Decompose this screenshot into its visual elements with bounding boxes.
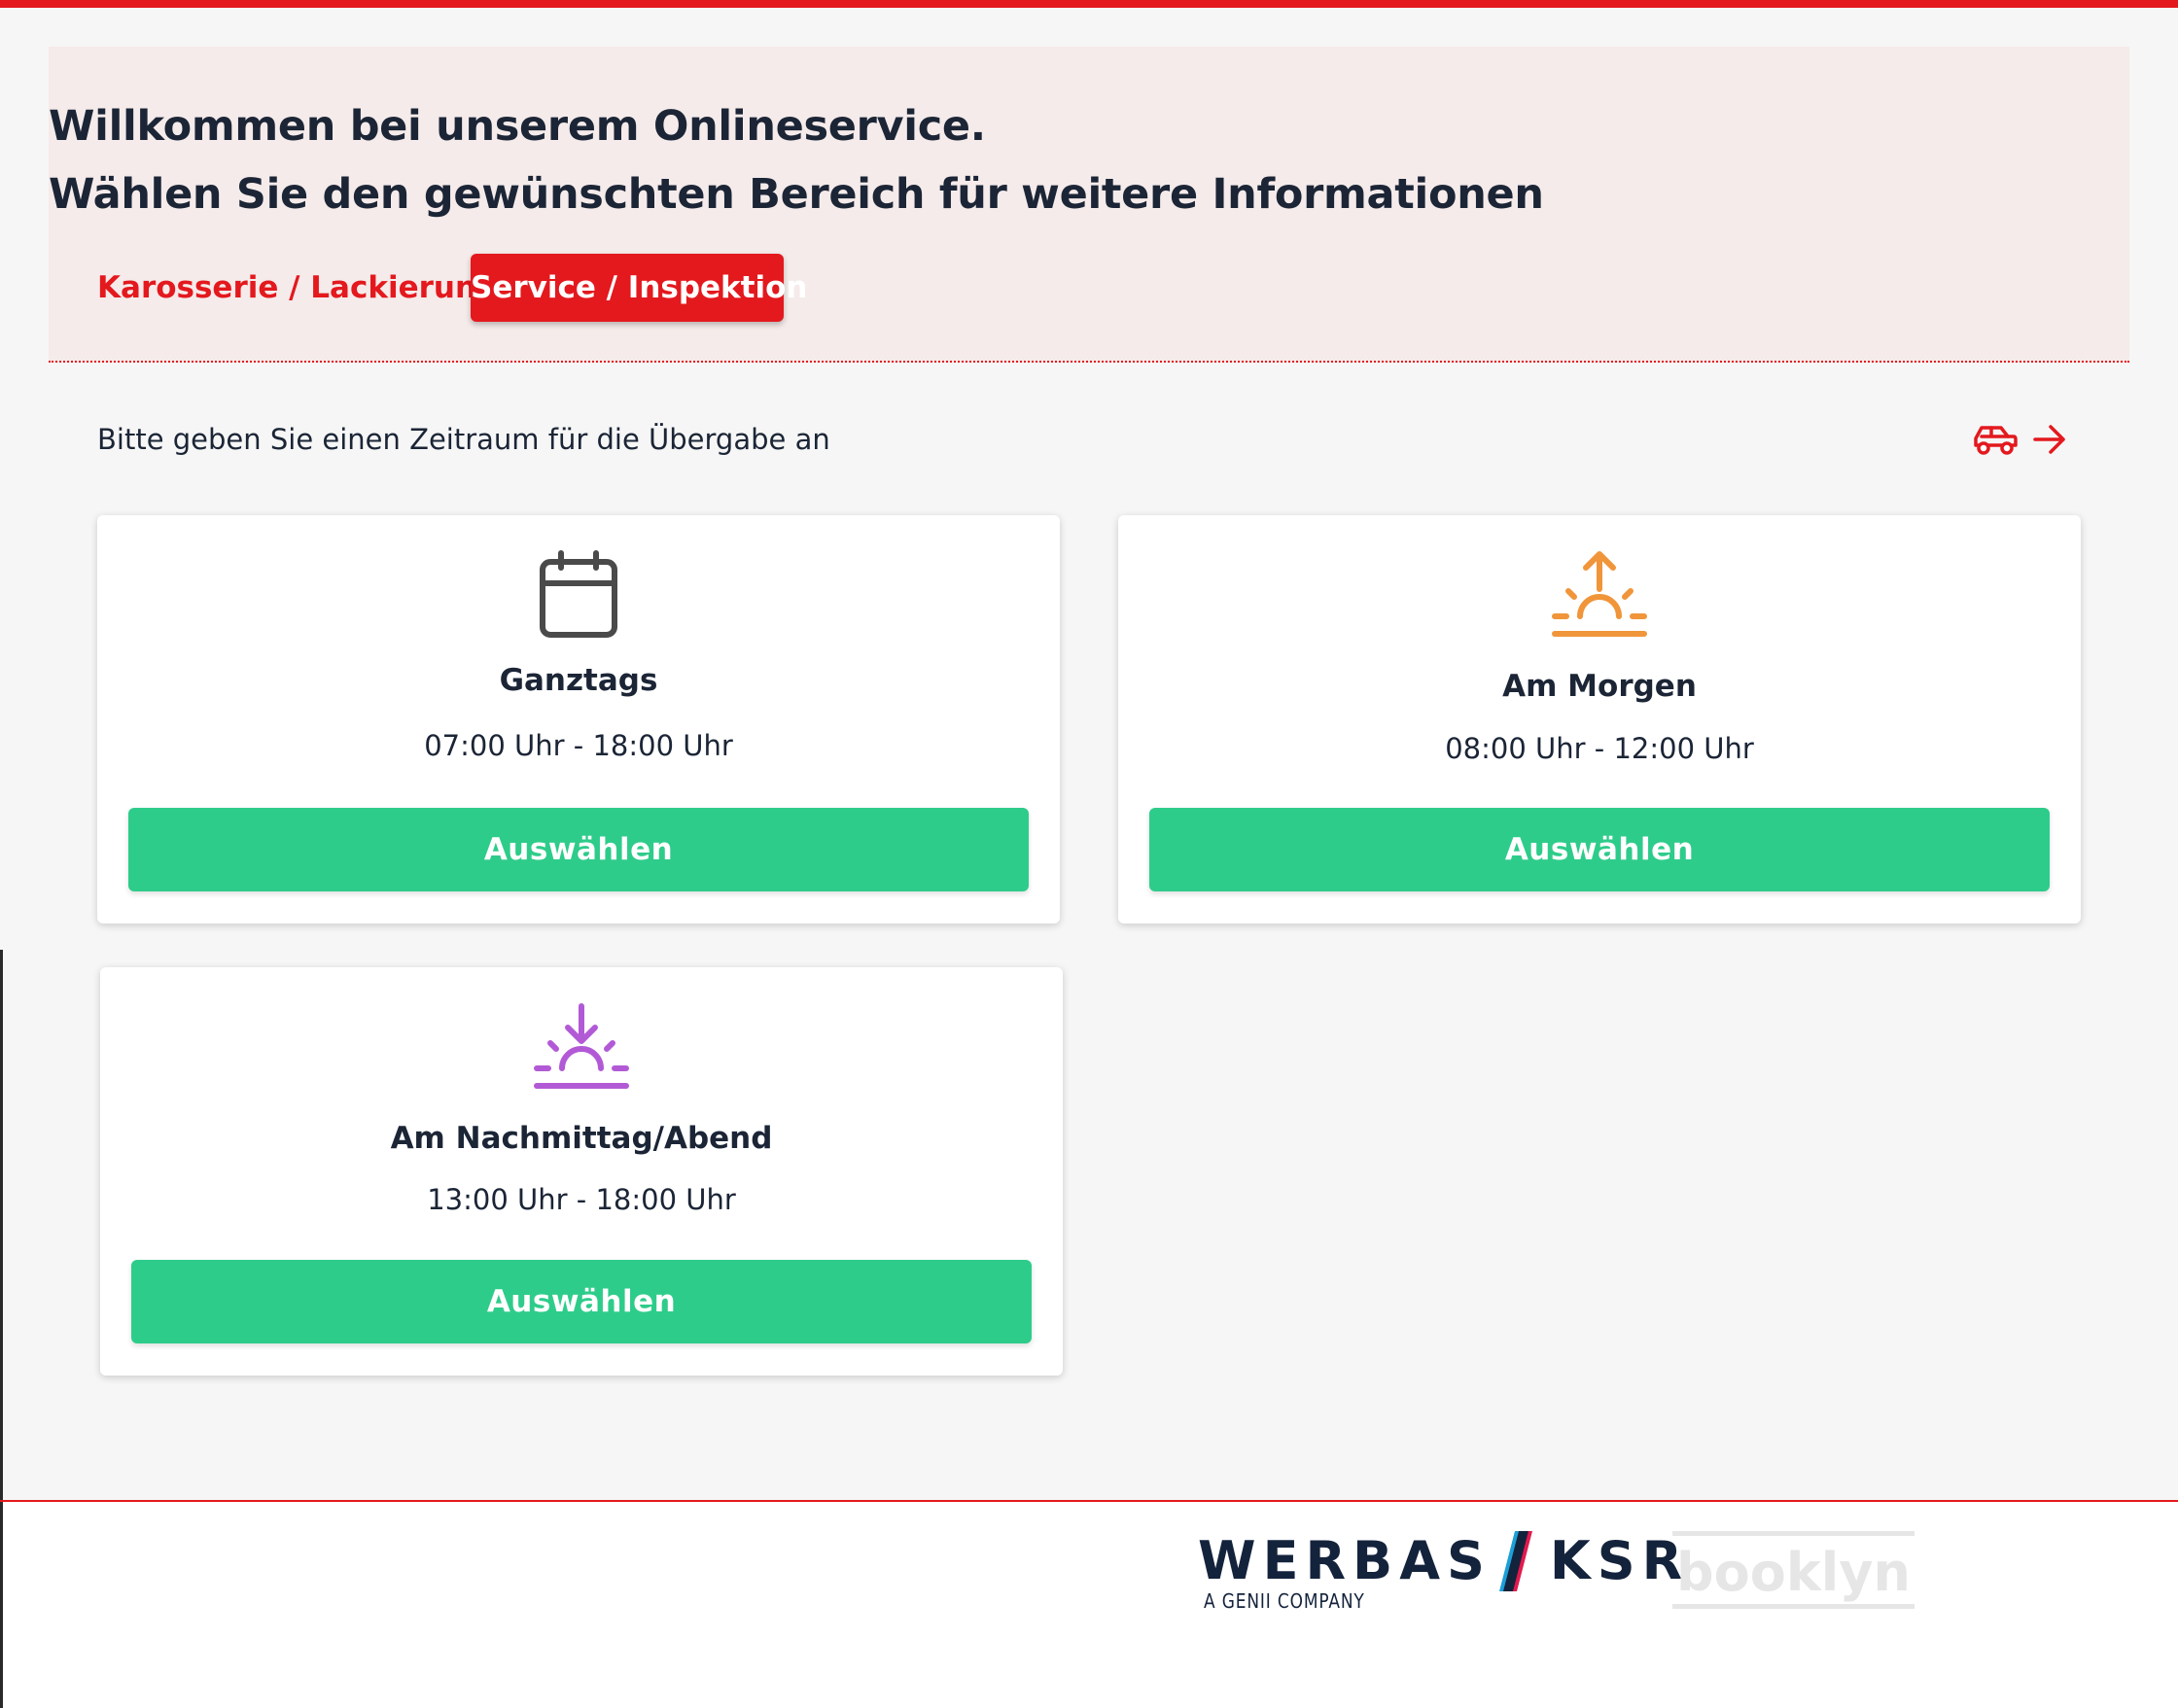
option-title: Ganztags xyxy=(499,663,658,698)
option-time-range: 13:00 Uhr - 18:00 Uhr xyxy=(427,1183,736,1216)
welcome-line: Willkommen bei unserem Onlineservice. xyxy=(49,102,986,151)
logo-tagline: A GENII COMPANY xyxy=(1204,1589,1365,1613)
option-title: Am Nachmittag/Abend xyxy=(390,1121,773,1156)
tab-service-inspektion[interactable]: Service / Inspektion xyxy=(471,254,807,322)
window-left-edge xyxy=(0,1502,3,1708)
sunrise-icon xyxy=(1546,550,1653,647)
page-subtitle: Bitte geben Sie einen Zeitraum für die Ü… xyxy=(97,423,830,456)
option-time-range: 08:00 Uhr - 12:00 Uhr xyxy=(1445,732,1754,765)
option-card-am-morgen: Am Morgen 08:00 Uhr - 12:00 Uhr Auswähle… xyxy=(1118,515,2081,924)
logo-ksr-text: KSR xyxy=(1549,1530,1690,1591)
calendar-icon xyxy=(525,550,632,647)
option-card-ganztags: Ganztags 07:00 Uhr - 18:00 Uhr Auswählen xyxy=(97,515,1060,924)
select-button-am-morgen[interactable]: Auswählen xyxy=(1149,808,2050,891)
select-button-ganztags[interactable]: Auswählen xyxy=(128,808,1029,891)
logo-slash-mark xyxy=(1495,1531,1534,1591)
option-time-range: 07:00 Uhr - 18:00 Uhr xyxy=(424,729,733,762)
car-icon xyxy=(1972,423,2019,460)
option-card-am-nachmittag-abend: Am Nachmittag/Abend 13:00 Uhr - 18:00 Uh… xyxy=(100,967,1063,1376)
option-title: Am Morgen xyxy=(1502,669,1697,704)
tab-karosserie-lackierung[interactable]: Karosserie / Lackierung xyxy=(97,254,498,322)
werbas-ksr-logo: WERBAS KSR A GENII COMPANY xyxy=(1198,1531,1689,1613)
top-accent-bar xyxy=(0,0,2178,8)
booklyn-logo: booklyn xyxy=(1672,1531,1915,1609)
logo-werbas-text: WERBAS xyxy=(1198,1530,1492,1591)
arrow-right-icon xyxy=(2032,424,2067,459)
select-button-am-nachmittag-abend[interactable]: Auswählen xyxy=(131,1260,1032,1343)
vehicle-next-link[interactable] xyxy=(1972,420,2079,463)
footer: WERBAS KSR A GENII COMPANY booklyn xyxy=(0,1500,2178,1708)
sunset-icon xyxy=(528,1002,635,1099)
choose-area-line: Wählen Sie den gewünschten Bereich für w… xyxy=(49,170,1544,219)
welcome-heading: Willkommen bei unserem Onlineservice. Wä… xyxy=(49,92,1544,228)
